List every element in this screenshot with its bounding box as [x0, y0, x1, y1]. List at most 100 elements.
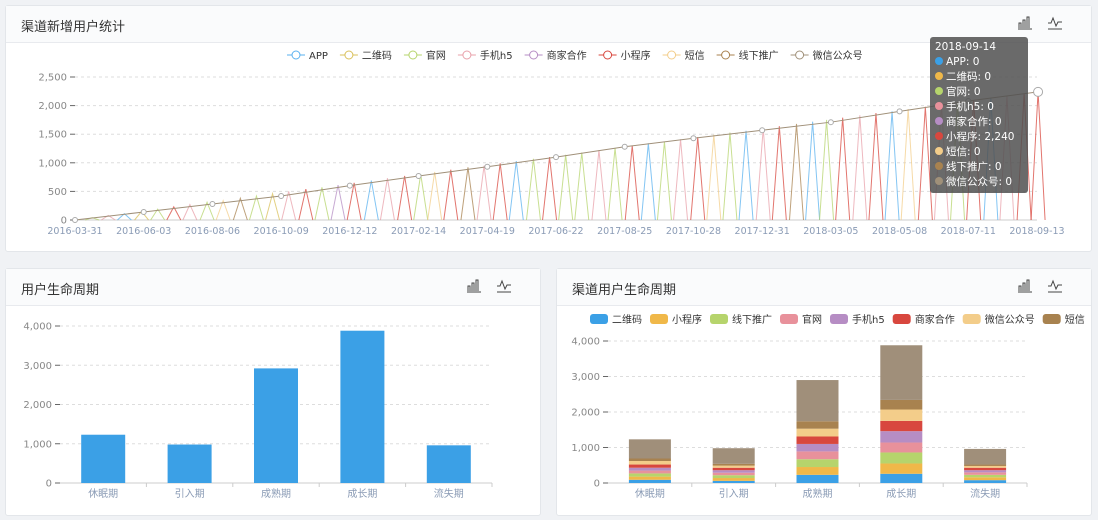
- legend-swatch-icon: [780, 314, 798, 324]
- data-point: [415, 172, 422, 179]
- bar-segment-手机h5: [880, 431, 923, 443]
- data-point: [346, 182, 353, 189]
- data-point: [690, 135, 697, 142]
- y-tick-label: 2,500: [38, 73, 67, 84]
- y-tick-label: 1,500: [38, 130, 67, 141]
- bar-segment-商家合作: [712, 467, 755, 471]
- bar-segment-other: [628, 439, 671, 459]
- bar-segment-线下推广: [712, 475, 755, 479]
- legend-item-线下推广[interactable]: 线下推广: [732, 313, 772, 326]
- x-tick-label: 2016-08-06: [185, 226, 240, 237]
- spike-手机h5: [379, 178, 395, 221]
- legend-item-微信公众号[interactable]: 微信公众号: [985, 313, 1035, 326]
- bar-segment-短信: [796, 421, 839, 429]
- legend-item-手机h5[interactable]: 手机h5: [852, 313, 885, 326]
- data-point: [72, 217, 78, 223]
- x-tick-label: 2018-05-08: [872, 226, 927, 237]
- legend-item-短信[interactable]: 短信: [685, 49, 705, 62]
- bar-成长期: [340, 330, 385, 483]
- tooltip-row-label: 小程序: 2,240: [946, 131, 1015, 143]
- tooltip-row: APP: 0: [935, 55, 1023, 70]
- legend-item-手机h5[interactable]: 手机h5: [480, 49, 513, 62]
- bar-segment-小程序: [880, 463, 923, 474]
- spike-官网: [722, 132, 738, 221]
- series-dot-icon: [935, 87, 943, 95]
- bar-segment-官网: [628, 470, 671, 474]
- legend-item-商家合作[interactable]: 商家合作: [915, 313, 955, 326]
- legend-swatch-icon: [650, 314, 668, 324]
- spike-小程序: [771, 126, 787, 221]
- tooltip-row-label: APP: 0: [946, 56, 980, 68]
- spike-官网: [525, 158, 541, 221]
- bar-segment-手机h5: [796, 443, 839, 452]
- legend-item-二维码[interactable]: 二维码: [362, 49, 392, 62]
- bar-segment-小程序: [712, 478, 755, 481]
- spike-小程序: [542, 157, 558, 221]
- spike-官网: [656, 141, 672, 221]
- data-point: [140, 208, 147, 215]
- bar-segment-微信公众号: [796, 428, 839, 437]
- legend-item-小程序[interactable]: 小程序: [621, 49, 651, 62]
- legend-swatch-icon: [830, 314, 848, 324]
- bar-segment-官网: [796, 451, 839, 460]
- y-tick-label: 1,000: [571, 443, 600, 454]
- bar-segment-other: [712, 448, 755, 464]
- data-point: [278, 192, 285, 199]
- bar-segment-短信: [880, 399, 923, 410]
- y-tick-label: 0: [46, 479, 52, 490]
- x-tick-label: 成熟期: [261, 487, 291, 500]
- legend-item-小程序[interactable]: 小程序: [672, 313, 702, 326]
- tooltip-row-label: 线下推广: 0: [946, 161, 1002, 173]
- legend-marker-icon: [721, 50, 731, 60]
- legend-item-商家合作[interactable]: 商家合作: [547, 49, 587, 62]
- bar-segment-微信公众号: [628, 460, 671, 465]
- spike-手机h5: [591, 150, 607, 221]
- bar-segment-短信: [628, 458, 671, 461]
- bar-segment-官网: [712, 472, 755, 476]
- spike-小程序: [690, 137, 706, 221]
- legend-item-官网[interactable]: 官网: [802, 313, 822, 326]
- bar-segment-小程序: [796, 467, 839, 475]
- x-tick-label: 流失期: [970, 487, 1000, 500]
- tooltip-date: 2018-09-14: [935, 41, 997, 53]
- legend-item-二维码[interactable]: 二维码: [612, 313, 642, 326]
- bar-segment-二维码: [964, 480, 1007, 483]
- y-tick-label: 0: [594, 479, 600, 490]
- spike-手机h5: [755, 128, 771, 221]
- x-tick-label: 2017-04-19: [460, 226, 515, 237]
- bar-segment-微信公众号: [880, 409, 923, 421]
- legend-item-微信公众号[interactable]: 微信公众号: [813, 49, 863, 62]
- legend-swatch-icon: [710, 314, 728, 324]
- spike-小程序: [868, 113, 884, 221]
- x-tick-label: 休眠期: [635, 488, 665, 500]
- x-tick-label: 2017-06-22: [528, 226, 583, 237]
- y-tick-label: 500: [48, 187, 67, 198]
- y-tick-label: 3,000: [23, 361, 52, 372]
- spike-小程序: [835, 117, 851, 221]
- x-tick-label: 2018-03-05: [803, 226, 858, 237]
- legend-swatch-icon: [1042, 314, 1061, 324]
- spike-小程序: [298, 189, 314, 221]
- data-point: [621, 143, 628, 150]
- bar-segment-线下推广: [880, 452, 923, 464]
- legend-item-线下推广[interactable]: 线下推广: [739, 49, 779, 62]
- tooltip-row: 短信: 0: [935, 145, 1023, 160]
- legend-marker-icon: [408, 50, 418, 60]
- spike-官网: [819, 119, 835, 221]
- legend-marker-icon: [291, 50, 301, 60]
- legend-item-官网[interactable]: 官网: [426, 49, 446, 62]
- bar-segment-other: [880, 345, 923, 400]
- bar-segment-商家合作: [880, 420, 923, 432]
- tooltip-row: 手机h5: 0: [935, 100, 1023, 115]
- x-tick-label: 2016-06-03: [116, 226, 171, 237]
- data-point: [1033, 86, 1044, 97]
- legend-item-短信[interactable]: 短信: [1065, 313, 1085, 326]
- series-dot-icon: [935, 117, 943, 125]
- bar-segment-线下推广: [628, 473, 671, 477]
- spike-APP: [738, 130, 754, 221]
- legend-item-APP[interactable]: APP: [309, 51, 328, 62]
- x-tick-label: 2017-08-25: [597, 226, 652, 237]
- spike-短信: [427, 171, 443, 221]
- chart-tooltip: 2018-09-14 APP: 0 二维码: 0 官网: 0 手机h5: 0 商家合作:…: [930, 37, 1028, 193]
- bar-成熟期: [254, 368, 298, 483]
